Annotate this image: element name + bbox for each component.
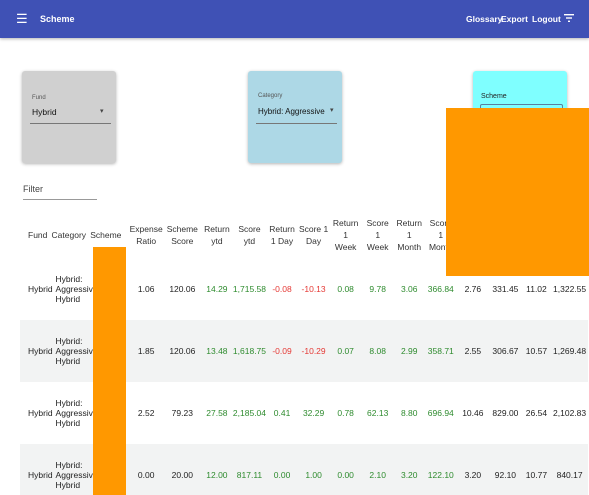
glossary-link[interactable]: Glossary [466, 14, 502, 24]
page-title: Scheme [40, 14, 75, 24]
app-bar: ☰ Scheme Glossary Export Logout [0, 0, 589, 38]
filter-input[interactable] [23, 199, 97, 200]
table-cell: 10.46 [462, 408, 484, 418]
scheme-select-label: Scheme [481, 93, 507, 100]
table-cell: 0.00 [266, 444, 298, 495]
table-cell: 0.78 [337, 408, 354, 418]
table-cell: 8.08 [361, 320, 394, 382]
table-cell: 3.06 [400, 284, 418, 294]
table-cell: Hybrid: Aggressive Hybrid [55, 398, 98, 428]
table-cell: 1,269.48 [551, 320, 588, 382]
column-header[interactable]: Expense Ratio [129, 212, 164, 258]
column-header[interactable]: Scheme Score [163, 212, 201, 258]
table-cell: Hybrid [20, 444, 53, 495]
table-cell: 2.55 [456, 320, 490, 382]
table-cell: 306.67 [489, 320, 522, 382]
category-select-value: Hybrid: Aggressive Hybri... [258, 107, 326, 116]
table-cell: 27.58 [206, 408, 228, 418]
table-cell: 0.08 [337, 284, 354, 294]
table-cell: 2.10 [361, 444, 394, 495]
table-cell: 14.29 [206, 284, 228, 294]
table-cell: 1,618.75 [232, 320, 267, 382]
table-cell: 2.52 [137, 408, 155, 418]
table-cell: 92.10 [489, 444, 522, 495]
column-header[interactable]: Score ytd [233, 212, 267, 258]
fund-select-value: Hybrid [32, 107, 57, 117]
table-cell: Hybrid: Aggressive Hybrid [51, 320, 98, 382]
fund-select-label: Fund [32, 95, 46, 101]
table-cell: 32.29 [302, 408, 325, 418]
redaction-block [446, 108, 589, 276]
table-cell: 79.23 [171, 408, 193, 418]
table-cell: Hybrid: Aggressive Hybrid [55, 274, 98, 304]
table-cell: 10.77 [521, 444, 552, 495]
category-card: Category Hybrid: Aggressive Hybri... ▾ [248, 71, 342, 163]
table-cell: Hybrid [20, 320, 53, 382]
table-cell: 122.10 [425, 444, 457, 495]
filter-label: Filter [23, 184, 43, 194]
table-cell: -10.29 [297, 320, 330, 382]
column-header[interactable]: Category [52, 212, 91, 258]
table-cell: 9.78 [369, 284, 386, 294]
table-cell: -0.08 [272, 284, 292, 294]
category-select-label: Category [258, 93, 283, 99]
table-cell: 696.94 [427, 408, 454, 418]
table-cell: 2,185.04 [232, 408, 267, 418]
table-cell: Hybrid [28, 408, 53, 418]
table-cell: 0.41 [273, 408, 291, 418]
table-cell: 3.20 [456, 444, 490, 495]
dropdown-arrow-icon[interactable]: ▾ [100, 107, 104, 115]
table-cell: 0.00 [329, 444, 362, 495]
table-cell: 2,102.83 [553, 408, 587, 418]
table-cell: 1.06 [137, 284, 155, 294]
column-header[interactable]: Return ytd [201, 212, 233, 258]
table-cell: 13.48 [201, 320, 233, 382]
table-cell: 358.71 [425, 320, 457, 382]
table-cell: -10.13 [301, 284, 326, 294]
table-cell: 3.20 [393, 444, 426, 495]
category-select[interactable]: Category Hybrid: Aggressive Hybri... ▾ [256, 93, 337, 124]
column-header[interactable]: Score 1 Day [298, 212, 330, 258]
table-cell: 62.13 [367, 408, 389, 418]
table-cell: 120.06 [169, 284, 196, 294]
dropdown-arrow-icon[interactable]: ▾ [330, 106, 334, 114]
column-header[interactable]: Score 1 Week [362, 212, 394, 258]
column-header[interactable]: Return 1 Month [393, 212, 425, 258]
logout-link[interactable]: Logout [532, 14, 561, 24]
table-cell: 2.99 [393, 320, 426, 382]
column-header[interactable]: Return 1 Week [329, 212, 362, 258]
table-cell: 829.00 [492, 408, 519, 418]
column-header[interactable]: Fund [20, 212, 52, 258]
table-cell: 8.80 [400, 408, 418, 418]
export-link[interactable]: Export [501, 14, 528, 24]
table-cell: Hybrid [28, 284, 53, 294]
table-cell: 0.00 [128, 444, 164, 495]
menu-icon[interactable]: ☰ [16, 11, 28, 27]
table-cell: 1.85 [128, 320, 164, 382]
fund-card: Fund Hybrid ▾ [22, 71, 116, 163]
table-cell: 26.54 [525, 408, 548, 418]
table-cell: 12.00 [201, 444, 233, 495]
table-cell: 20.00 [163, 444, 202, 495]
redaction-block [93, 247, 126, 495]
table-cell: 1.00 [297, 444, 330, 495]
table-cell: 10.57 [521, 320, 552, 382]
fund-select[interactable]: Fund Hybrid ▾ [30, 95, 111, 124]
table-cell: 0.07 [329, 320, 362, 382]
table-cell: 120.06 [163, 320, 202, 382]
column-header[interactable]: Return 1 Day [266, 212, 298, 258]
table-cell: Hybrid: Aggressive Hybrid [51, 444, 98, 495]
table-cell: 817.11 [232, 444, 267, 495]
table-cell: 840.17 [551, 444, 588, 495]
table-cell: -0.09 [266, 320, 298, 382]
table-cell: 1,715.58 [232, 284, 267, 294]
filter-icon[interactable] [563, 12, 575, 24]
